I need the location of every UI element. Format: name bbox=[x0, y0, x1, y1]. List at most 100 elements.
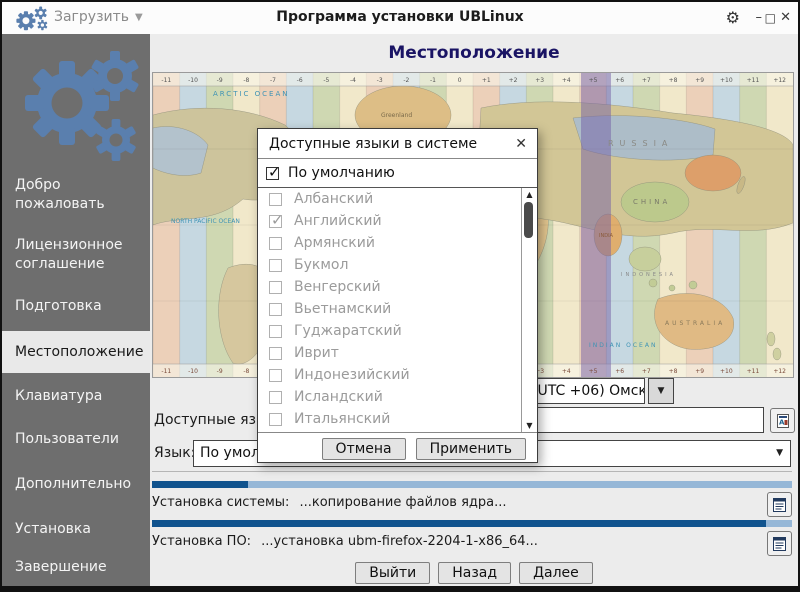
svg-text:0: 0 bbox=[458, 77, 462, 84]
svg-text:-10: -10 bbox=[188, 77, 198, 84]
svg-text:-4: -4 bbox=[350, 77, 356, 84]
language-checkbox[interactable] bbox=[269, 391, 282, 404]
default-option-row[interactable]: По умолчанию bbox=[258, 159, 537, 188]
sidebar-item-preparation[interactable]: Подготовка bbox=[2, 297, 150, 316]
language-option[interactable]: Гуджаратский bbox=[258, 320, 537, 342]
sidebar-item-additional[interactable]: Дополнительно bbox=[2, 475, 150, 494]
language-checkbox[interactable] bbox=[269, 325, 282, 338]
system-install-progressbar bbox=[152, 481, 792, 488]
svg-text:-1: -1 bbox=[430, 77, 436, 84]
software-install-progressbar bbox=[152, 520, 792, 527]
language-checkbox[interactable] bbox=[269, 259, 282, 272]
language-checkbox[interactable] bbox=[269, 193, 282, 206]
svg-text:+4: +4 bbox=[562, 368, 571, 375]
map-label-china: CHINA bbox=[633, 198, 670, 206]
svg-text:+7: +7 bbox=[642, 77, 651, 84]
dialog-footer: Отмена Применить bbox=[258, 433, 537, 464]
svg-text:+1: +1 bbox=[482, 77, 491, 84]
maximize-button[interactable]: □ bbox=[765, 8, 776, 28]
system-install-log-button[interactable] bbox=[767, 492, 792, 517]
language-option[interactable]: Иврит bbox=[258, 342, 537, 364]
language-option[interactable]: Вьетнамский bbox=[258, 298, 537, 320]
dialog-close-icon[interactable]: ✕ bbox=[515, 136, 537, 152]
language-option-label: Гуджаратский bbox=[294, 323, 402, 339]
sidebar-item-license[interactable]: Лицензионное соглашение bbox=[2, 236, 150, 274]
svg-text:-7: -7 bbox=[270, 77, 276, 84]
minimize-button[interactable]: – bbox=[756, 8, 763, 28]
scroll-up-icon[interactable]: ▲ bbox=[522, 190, 537, 199]
language-option[interactable]: Букмол bbox=[258, 254, 537, 276]
scrollbar-thumb[interactable] bbox=[524, 202, 533, 238]
svg-text:-11: -11 bbox=[161, 77, 171, 84]
svg-text:+8: +8 bbox=[669, 77, 678, 84]
scroll-down-icon[interactable]: ▼ bbox=[522, 421, 537, 430]
translate-icon: A bbox=[775, 413, 791, 429]
map-label-india: INDIA bbox=[599, 233, 614, 239]
scrollbar[interactable]: ▲ ▼ bbox=[521, 188, 537, 432]
language-option-label: Итальянский bbox=[294, 411, 390, 427]
svg-text:-8: -8 bbox=[243, 368, 249, 375]
svg-text:+9: +9 bbox=[695, 368, 704, 375]
sidebar-item-welcome[interactable]: Добро пожаловать bbox=[2, 176, 150, 214]
language-list: ▲ ▼ Албанский АнглийскийАрмянский Букмол Ве… bbox=[258, 188, 537, 433]
exit-button[interactable]: Выйти bbox=[355, 562, 430, 584]
svg-text:-5: -5 bbox=[323, 77, 329, 84]
sidebar-item-keyboard[interactable]: Клавиатура bbox=[2, 387, 150, 406]
software-install-status: Установка ПО:...установка ubm-firefox-22… bbox=[152, 534, 538, 549]
sidebar-item-finish[interactable]: Завершение bbox=[2, 558, 150, 577]
title-bar: Загрузить ▼ Программа установки UBLinux … bbox=[2, 2, 798, 35]
map-label-russia: RUSSIA bbox=[608, 139, 673, 148]
language-checkbox[interactable] bbox=[269, 237, 282, 250]
language-option[interactable]: Английский bbox=[258, 210, 537, 232]
svg-text:+9: +9 bbox=[695, 77, 704, 84]
svg-text:+12: +12 bbox=[773, 77, 786, 84]
svg-text:+7: +7 bbox=[642, 368, 651, 375]
software-install-progress-fill bbox=[152, 520, 766, 527]
svg-text:+5: +5 bbox=[589, 77, 598, 84]
sidebar-item-installation[interactable]: Установка bbox=[2, 520, 150, 539]
map-label-indonesia: INDONESIA bbox=[621, 272, 676, 278]
map-label-pacific: NORTH PACIFIC OCEAN bbox=[171, 218, 240, 225]
translate-button[interactable]: A bbox=[770, 408, 795, 433]
language-option[interactable]: Индонезийский bbox=[258, 364, 537, 386]
language-option-label: Букмол bbox=[294, 257, 348, 273]
language-option-label: Иврит bbox=[294, 345, 339, 361]
sidebar-item-location[interactable]: Местоположение bbox=[2, 331, 150, 373]
svg-text:+6: +6 bbox=[615, 368, 624, 375]
language-option[interactable]: Албанский bbox=[258, 188, 537, 210]
dialog-titlebar: Доступные языки в системе ✕ bbox=[258, 129, 537, 159]
language-checkbox[interactable] bbox=[269, 347, 282, 360]
language-option[interactable]: Итальянский bbox=[258, 408, 537, 430]
language-option[interactable]: Исландский bbox=[258, 386, 537, 408]
software-install-status-text: ...установка ubm-firefox-2204-1-x86_64..… bbox=[261, 534, 538, 549]
svg-text:-10: -10 bbox=[188, 368, 198, 375]
language-checkbox[interactable] bbox=[269, 303, 282, 316]
timezone-select[interactable]: (UTC +06) Омск bbox=[526, 378, 645, 404]
selected-timezone-highlight bbox=[581, 73, 611, 377]
language-option-label: Вьетнамский bbox=[294, 301, 391, 317]
settings-gear-icon[interactable]: ⚙ bbox=[726, 8, 740, 28]
map-label-arctic: ARCTIC OCEAN bbox=[213, 90, 290, 98]
sidebar-item-users[interactable]: Пользователи bbox=[2, 430, 150, 449]
svg-text:-6: -6 bbox=[297, 77, 303, 84]
svg-text:-11: -11 bbox=[161, 368, 171, 375]
svg-text:+11: +11 bbox=[747, 77, 760, 84]
timezone-dropdown-arrow[interactable]: ▼ bbox=[648, 378, 674, 404]
language-option[interactable]: Армянский bbox=[258, 232, 537, 254]
cancel-button[interactable]: Отмена bbox=[322, 438, 406, 460]
language-checkbox[interactable] bbox=[269, 369, 282, 382]
software-install-log-button[interactable] bbox=[767, 531, 792, 556]
language-option[interactable]: Венгерский bbox=[258, 276, 537, 298]
language-checkbox[interactable] bbox=[269, 413, 282, 426]
apply-button[interactable]: Применить bbox=[416, 438, 526, 460]
language-checkbox[interactable] bbox=[269, 215, 282, 228]
close-button[interactable]: ✕ bbox=[780, 8, 791, 28]
system-install-status-text: ...копирование файлов ядра... bbox=[299, 495, 506, 510]
back-button[interactable]: Назад bbox=[438, 562, 511, 584]
default-checkbox[interactable] bbox=[266, 167, 279, 180]
svg-text:+11: +11 bbox=[747, 368, 760, 375]
language-checkbox[interactable] bbox=[269, 281, 282, 294]
language-option-label: Исландский bbox=[294, 389, 383, 405]
next-button[interactable]: Далее bbox=[519, 562, 593, 584]
language-option-label: Албанский bbox=[294, 191, 373, 207]
